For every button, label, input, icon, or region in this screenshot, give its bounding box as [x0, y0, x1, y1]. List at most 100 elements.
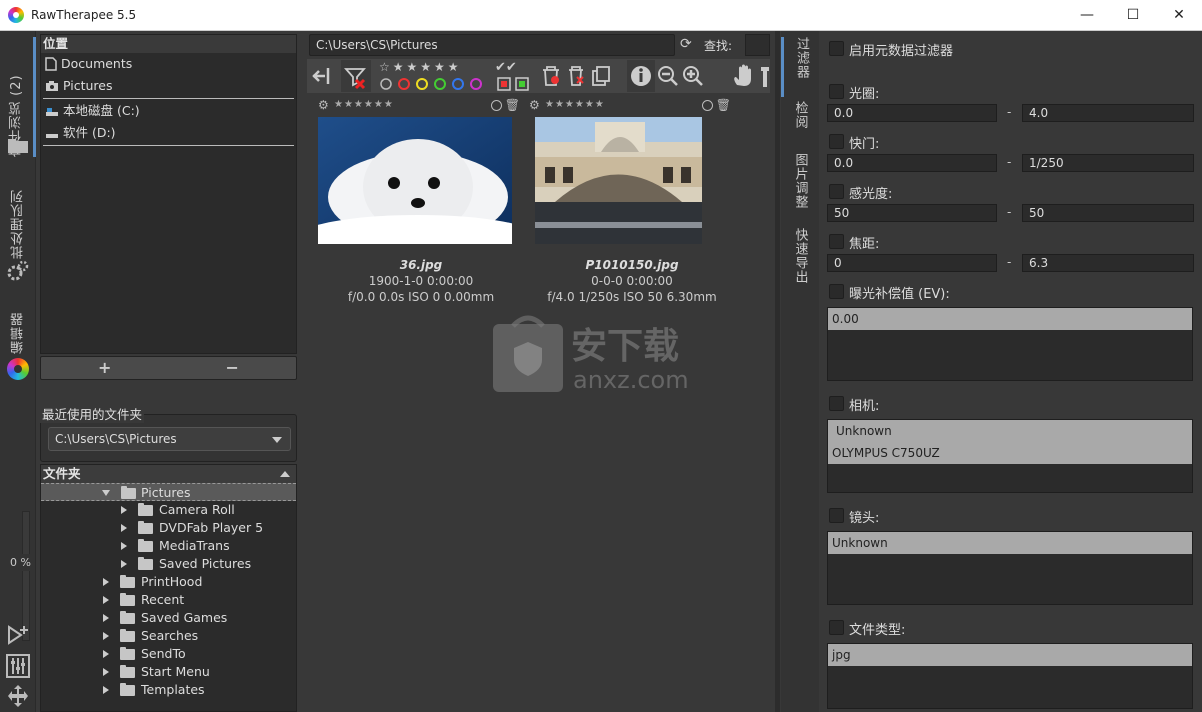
gear-icon[interactable]: ⚙: [529, 98, 540, 112]
lens-checkbox[interactable]: [829, 508, 844, 523]
hide-panel-icon[interactable]: [311, 65, 333, 91]
tab-editor[interactable]: 编辑器: [0, 299, 36, 354]
expand-right-icon[interactable]: [103, 614, 109, 622]
tree-item[interactable]: Start Menu: [41, 663, 296, 681]
maximize-button[interactable]: ☐: [1110, 0, 1156, 31]
tree-item[interactable]: DVDFab Player 5: [41, 519, 296, 537]
tab-batch-queue[interactable]: 批处理队列: [0, 179, 36, 259]
tab-fast-export[interactable]: 快速导出: [781, 228, 819, 293]
focal-min-input[interactable]: 0: [827, 254, 997, 272]
expand-right-icon[interactable]: [103, 668, 109, 676]
rating-stars-icon[interactable]: ★★★★★★: [334, 99, 394, 110]
tree-item[interactable]: MediaTrans: [41, 537, 296, 555]
list-item[interactable]: Unknown: [828, 532, 1192, 554]
gears-icon[interactable]: [6, 259, 30, 286]
focal-max-input[interactable]: 6.3: [1022, 254, 1194, 272]
iso-checkbox[interactable]: [829, 184, 844, 199]
list-item[interactable]: 0.00: [828, 308, 1192, 330]
shutter-min-input[interactable]: 0.0: [827, 154, 997, 172]
tab-filter[interactable]: 过滤器: [781, 37, 819, 97]
export-filter-icon[interactable]: [497, 77, 531, 91]
list-item[interactable]: OLYMPUS C750UZ: [828, 442, 1192, 464]
color-labels-icon[interactable]: [379, 77, 489, 91]
thumbnail-image-bridge[interactable]: [535, 117, 702, 244]
folder-icon[interactable]: [7, 136, 29, 157]
add-place-button[interactable]: +: [41, 357, 169, 379]
thumbnail-image-seal[interactable]: [318, 117, 512, 244]
iso-min-input[interactable]: 50: [827, 204, 997, 222]
folder-icon: [120, 629, 135, 642]
trash-icon[interactable]: 🗑: [716, 98, 731, 112]
expand-right-icon[interactable]: [103, 650, 109, 658]
place-item-documents[interactable]: Documents: [41, 53, 296, 75]
tree-item[interactable]: Saved Games: [41, 609, 296, 627]
move-arrows-icon[interactable]: [6, 684, 30, 711]
iso-max-input[interactable]: 50: [1022, 204, 1194, 222]
place-item-drive-c[interactable]: 本地磁盘 (C:): [41, 100, 296, 122]
list-item[interactable]: Unknown: [828, 420, 1192, 442]
filter-clear-button[interactable]: [341, 60, 371, 92]
zoom-icons[interactable]: [657, 65, 707, 87]
recent-folders-dropdown[interactable]: C:\Users\CS\Pictures: [48, 427, 291, 451]
aperture-min-input[interactable]: 0.0: [827, 104, 997, 122]
place-item-pictures[interactable]: Pictures: [41, 75, 296, 97]
list-item[interactable]: jpg: [828, 644, 1192, 666]
search-input[interactable]: [745, 34, 770, 56]
edited-filter-icon[interactable]: ✔✔: [495, 60, 517, 75]
aperture-max-input[interactable]: 4.0: [1022, 104, 1194, 122]
tree-item[interactable]: Camera Roll: [41, 501, 296, 519]
ev-list[interactable]: 0.00: [827, 307, 1193, 381]
ev-checkbox[interactable]: [829, 284, 844, 299]
tree-item[interactable]: Saved Pictures: [41, 555, 296, 573]
tree-item[interactable]: SendTo: [41, 645, 296, 663]
expand-right-icon[interactable]: [103, 596, 109, 604]
refresh-icon[interactable]: ⟳: [680, 36, 692, 52]
thumbnail-item[interactable]: ⚙ ★★★★★★ 🗑 P1010150.jpg 0-0-0 0:00:00 f/…: [527, 97, 737, 304]
send-to-editor-icon[interactable]: [6, 623, 30, 650]
tree-item[interactable]: Searches: [41, 627, 296, 645]
panel-splitter[interactable]: [775, 31, 780, 712]
tab-image-adjust[interactable]: 图片调整: [781, 153, 819, 218]
trash-icon[interactable]: 🗑: [505, 98, 520, 112]
focal-checkbox[interactable]: [829, 234, 844, 249]
filetype-list[interactable]: jpg: [827, 643, 1193, 709]
camera-list[interactable]: Unknown OLYMPUS C750UZ: [827, 419, 1193, 493]
color-wheel-icon[interactable]: [7, 358, 29, 380]
expand-right-icon[interactable]: [121, 524, 127, 532]
sliders-icon[interactable]: [6, 654, 30, 681]
minimize-button[interactable]: —: [1064, 0, 1110, 31]
path-input[interactable]: C:\Users\CS\Pictures: [309, 34, 675, 56]
shutter-checkbox[interactable]: [829, 134, 844, 149]
shutter-max-input[interactable]: 1/250: [1022, 154, 1194, 172]
color-label-icon[interactable]: [491, 100, 502, 111]
aperture-checkbox[interactable]: [829, 84, 844, 99]
rank-stars-icon[interactable]: ☆★★★★★: [379, 60, 462, 74]
close-button[interactable]: ✕: [1156, 0, 1202, 31]
tree-item[interactable]: Templates: [41, 681, 296, 699]
lens-list[interactable]: Unknown: [827, 531, 1193, 605]
filetype-checkbox[interactable]: [829, 620, 844, 635]
trash-filter-icons[interactable]: [539, 65, 619, 87]
camera-checkbox[interactable]: [829, 396, 844, 411]
expand-right-icon[interactable]: [103, 578, 109, 586]
thumbnail-item[interactable]: ⚙ ★★★★★★ 🗑 36.jpg 1900-1-0 0:00:00 f/0.0…: [316, 97, 526, 304]
tree-item[interactable]: Recent: [41, 591, 296, 609]
gear-icon[interactable]: ⚙: [318, 98, 329, 112]
place-item-drive-d[interactable]: 软件 (D:): [41, 122, 296, 144]
sort-up-icon[interactable]: [280, 471, 290, 477]
hand-tool-icon[interactable]: [731, 63, 771, 89]
info-button[interactable]: [627, 60, 655, 92]
expand-right-icon[interactable]: [103, 632, 109, 640]
expand-right-icon[interactable]: [103, 686, 109, 694]
tree-item-selected[interactable]: Pictures: [41, 483, 296, 501]
tree-item[interactable]: PrintHood: [41, 573, 296, 591]
expand-right-icon[interactable]: [121, 560, 127, 568]
tab-inspect[interactable]: 检阅: [781, 101, 819, 141]
remove-place-button[interactable]: −: [169, 357, 297, 379]
color-label-icon[interactable]: [702, 100, 713, 111]
expand-right-icon[interactable]: [121, 506, 127, 514]
expand-right-icon[interactable]: [121, 542, 127, 550]
rating-stars-icon[interactable]: ★★★★★★: [545, 99, 605, 110]
expand-down-icon[interactable]: [102, 490, 110, 496]
enable-metadata-checkbox[interactable]: [829, 41, 844, 56]
